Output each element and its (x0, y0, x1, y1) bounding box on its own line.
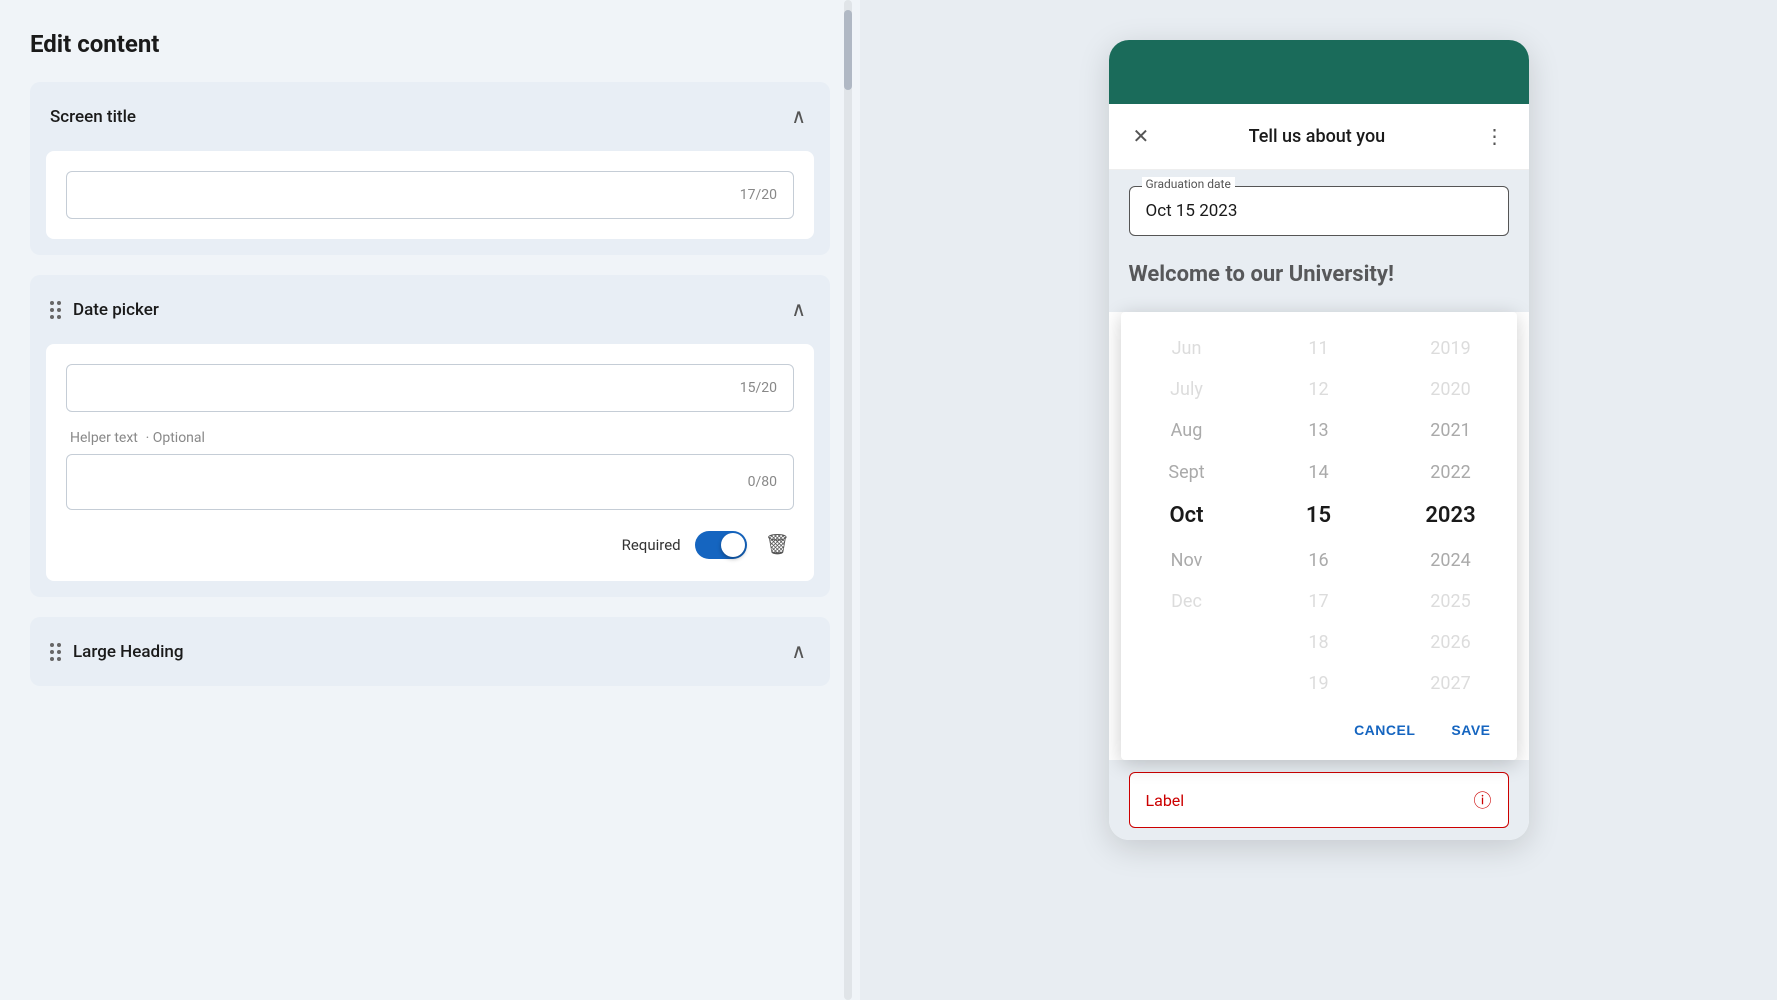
phone-more-button[interactable]: ⋮ (1480, 120, 1508, 153)
picker-month-dec[interactable]: Dec (1121, 581, 1253, 622)
label-field-preview: Label ⓘ (1129, 772, 1509, 828)
picker-year-2022[interactable]: 2022 (1385, 452, 1517, 493)
drag-handle[interactable] (50, 301, 61, 319)
left-panel: Edit content Screen title ∧ Tell us abou… (0, 0, 860, 1000)
picker-year-2026[interactable]: 2026 (1385, 622, 1517, 663)
screen-title-label: Screen title (50, 107, 136, 127)
info-icon: ⓘ (1474, 787, 1492, 813)
phone-bg-heading: Welcome to our University! (1129, 262, 1509, 287)
phone-bg-text: Welcome to our University! (1109, 252, 1529, 312)
date-picker-label: Date picker (73, 300, 159, 320)
graduation-date-counter: 15/20 (740, 380, 777, 396)
picker-day-11[interactable]: 11 (1253, 328, 1385, 369)
phone-date-field-label: Graduation date (1142, 177, 1235, 191)
helper-text-label: Helper text · Optional (66, 428, 794, 446)
delete-button[interactable]: 🗑 (761, 528, 794, 561)
picker-day-17[interactable]: 17 (1253, 581, 1385, 622)
large-heading-header: Large Heading ∧ (30, 617, 830, 686)
picker-columns: Jun July Aug Sept Oct Nov Dec 11 12 13 1… (1121, 312, 1517, 704)
screen-title-body: Tell us about you 17/20 (46, 151, 814, 239)
picker-year-col[interactable]: 2019 2020 2021 2022 2023 2024 2025 2026 … (1385, 328, 1517, 704)
graduation-date-input-wrapper: Graduation date 15/20 (66, 364, 794, 412)
picker-day-15[interactable]: 15 (1253, 493, 1385, 540)
date-picker-body: Graduation date 15/20 Helper text · Opti… (46, 344, 814, 581)
toggle-thumb (721, 533, 745, 557)
phone-bottom-preview: Label ⓘ (1109, 760, 1529, 840)
helper-text-counter: 0/80 (748, 474, 777, 490)
toggle-track (695, 531, 747, 559)
screen-title-collapse-btn[interactable]: ∧ (787, 100, 810, 133)
screen-title-counter: 17/20 (740, 187, 777, 203)
date-picker-section: Date picker ∧ Graduation date 15/20 Help… (30, 275, 830, 597)
screen-title-section: Screen title ∧ Tell us about you 17/20 (30, 82, 830, 255)
helper-text-input-wrapper: 0/80 (66, 454, 794, 510)
picker-day-13[interactable]: 13 (1253, 410, 1385, 451)
picker-month-nov[interactable]: Nov (1121, 540, 1253, 581)
page-title: Edit content (30, 30, 830, 58)
picker-day-col[interactable]: 11 12 13 14 15 16 17 18 19 (1253, 328, 1385, 704)
phone-close-button[interactable]: ✕ (1129, 120, 1154, 153)
picker-month-july[interactable]: July (1121, 369, 1253, 410)
date-picker-header-left: Date picker (50, 300, 159, 320)
picker-month-aug[interactable]: Aug (1121, 410, 1253, 451)
picker-year-2027[interactable]: 2027 (1385, 663, 1517, 704)
picker-month-jun[interactable]: Jun (1121, 328, 1253, 369)
picker-year-2020[interactable]: 2020 (1385, 369, 1517, 410)
phone-date-field-area: Graduation date Oct 15 2023 (1109, 170, 1529, 252)
picker-day-12[interactable]: 12 (1253, 369, 1385, 410)
picker-year-2023[interactable]: 2023 (1385, 493, 1517, 540)
date-picker-popup: Jun July Aug Sept Oct Nov Dec 11 12 13 1… (1121, 312, 1517, 760)
screen-title-header: Screen title ∧ (30, 82, 830, 151)
required-label: Required (622, 536, 681, 554)
scrollbar-track[interactable] (844, 0, 852, 1000)
picker-month-col[interactable]: Jun July Aug Sept Oct Nov Dec (1121, 328, 1253, 704)
picker-month-sept[interactable]: Sept (1121, 452, 1253, 493)
large-heading-drag-handle[interactable] (50, 643, 61, 661)
picker-save-btn[interactable]: SAVE (1445, 716, 1496, 744)
picker-cancel-btn[interactable]: CANCEL (1348, 716, 1421, 744)
label-field-text: Label (1146, 791, 1185, 810)
picker-month-oct[interactable]: Oct (1121, 493, 1253, 540)
picker-year-2024[interactable]: 2024 (1385, 540, 1517, 581)
picker-day-14[interactable]: 14 (1253, 452, 1385, 493)
screen-title-input[interactable]: Tell us about you (83, 186, 740, 204)
picker-actions: CANCEL SAVE (1121, 704, 1517, 760)
picker-day-18[interactable]: 18 (1253, 622, 1385, 663)
scrollbar-thumb[interactable] (844, 10, 852, 90)
picker-year-2019[interactable]: 2019 (1385, 328, 1517, 369)
phone-date-field-value: Oct 15 2023 (1146, 201, 1238, 221)
screen-title-input-wrapper: Tell us about you 17/20 (66, 171, 794, 219)
picker-year-2021[interactable]: 2021 (1385, 410, 1517, 451)
date-picker-collapse-btn[interactable]: ∧ (787, 293, 810, 326)
large-heading-label: Large Heading (73, 642, 184, 662)
picker-year-2025[interactable]: 2025 (1385, 581, 1517, 622)
phone-date-field-box[interactable]: Graduation date Oct 15 2023 (1129, 186, 1509, 236)
graduation-date-input[interactable]: Graduation date (83, 379, 740, 397)
large-heading-header-left: Large Heading (50, 642, 184, 662)
phone-dialog-header: ✕ Tell us about you ⋮ (1109, 104, 1529, 170)
date-picker-header: Date picker ∧ (30, 275, 830, 344)
phone-mockup: ✕ Tell us about you ⋮ Graduation date Oc… (1109, 40, 1529, 840)
required-toggle[interactable] (695, 531, 747, 559)
large-heading-collapse-btn[interactable]: ∧ (787, 635, 810, 668)
picker-day-19[interactable]: 19 (1253, 663, 1385, 704)
right-panel: ✕ Tell us about you ⋮ Graduation date Oc… (860, 0, 1777, 1000)
phone-top-bar (1109, 40, 1529, 104)
phone-dialog-title: Tell us about you (1249, 126, 1386, 147)
screen-title-header-left: Screen title (50, 107, 136, 127)
large-heading-section: Large Heading ∧ (30, 617, 830, 686)
picker-day-16[interactable]: 16 (1253, 540, 1385, 581)
required-row: Required 🗑 (66, 528, 794, 561)
